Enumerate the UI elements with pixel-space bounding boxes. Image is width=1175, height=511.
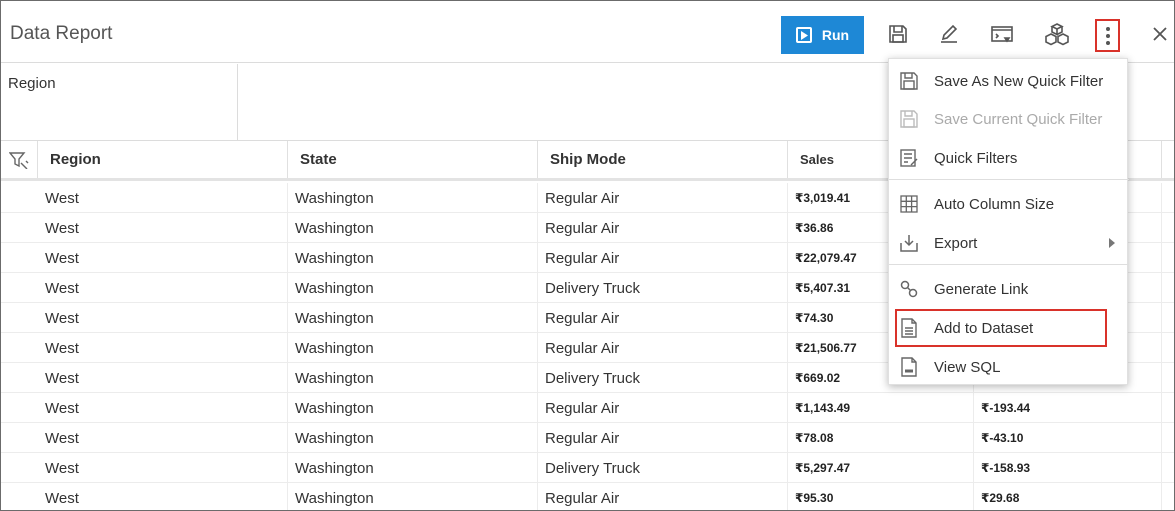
cell-ship-mode: Regular Air [538, 393, 788, 423]
menu-divider [889, 264, 1129, 265]
cell-state: Washington [288, 243, 538, 273]
run-button[interactable]: Run [781, 16, 864, 54]
filter-list-icon [899, 148, 919, 168]
cell-ship-mode: Delivery Truck [538, 273, 788, 303]
cell-sales: ₹1,143.49 [788, 393, 974, 423]
menu-item-add-to-dataset[interactable]: Add to Dataset [895, 309, 1107, 347]
menu-item-auto-column-size[interactable]: Auto Column Size [889, 185, 1129, 223]
cell-sales: ₹5,297.47 [788, 453, 974, 483]
cell-region: West [38, 453, 288, 483]
column-header-state[interactable]: State [288, 141, 538, 178]
cell-sales: ₹95.30 [788, 483, 974, 510]
cell-state: Washington [288, 333, 538, 363]
cell-ship-mode: Regular Air [538, 183, 788, 213]
menu-divider [889, 179, 1129, 180]
cell-profit: ₹29.68 [974, 483, 1162, 510]
cell-profit: ₹-158.93 [974, 453, 1162, 483]
menu-item-export[interactable]: Export [889, 224, 1129, 262]
cell-ship-mode: Regular Air [538, 303, 788, 333]
cell-state: Washington [288, 273, 538, 303]
cell-ship-mode: Regular Air [538, 483, 788, 510]
region-filter[interactable]: Region [1, 64, 238, 140]
menu-item-save-current-quick-filter: Save Current Quick Filter [889, 100, 1129, 138]
run-button-label: Run [821, 27, 850, 43]
more-dot-icon [1105, 40, 1110, 45]
cell-region: West [38, 393, 288, 423]
menu-item-save-as-new-quick-filter[interactable]: Save As New Quick Filter [889, 62, 1129, 100]
filter-label: Region [8, 75, 56, 92]
cell-ship-mode: Delivery Truck [538, 453, 788, 483]
table-row[interactable]: West Washington Regular Air ₹1,143.49 ₹-… [1, 393, 1174, 423]
cell-state: Washington [288, 213, 538, 243]
cell-region: West [38, 183, 288, 213]
save-icon[interactable] [885, 21, 911, 47]
grid-icon [899, 194, 919, 214]
menu-item-view-sql[interactable]: View SQL [889, 348, 1129, 386]
data-report-window: Data Report Run Region Region State Ship… [0, 0, 1175, 511]
cell-ship-mode: Regular Air [538, 243, 788, 273]
cell-sales: ₹78.08 [788, 423, 974, 453]
page-title: Data Report [10, 23, 113, 44]
table-row[interactable]: West Washington Regular Air ₹78.08 ₹-43.… [1, 423, 1174, 453]
cell-region: West [38, 363, 288, 393]
more-dot-icon [1105, 26, 1110, 31]
cell-state: Washington [288, 303, 538, 333]
cubes-icon[interactable] [1044, 21, 1070, 47]
save-icon [899, 71, 919, 91]
table-row[interactable]: West Washington Regular Air ₹95.30 ₹29.6… [1, 483, 1174, 510]
cell-ship-mode: Regular Air [538, 333, 788, 363]
column-header-region[interactable]: Region [38, 141, 288, 178]
column-filter-icon[interactable] [1, 141, 38, 178]
chevron-right-icon [1109, 238, 1115, 248]
menu-item-generate-link[interactable]: Generate Link [889, 270, 1129, 308]
cell-region: West [38, 483, 288, 510]
close-icon[interactable] [1149, 23, 1171, 45]
more-options-button[interactable] [1095, 19, 1120, 52]
cell-ship-mode: Regular Air [538, 213, 788, 243]
cell-state: Washington [288, 483, 538, 510]
cell-region: West [38, 273, 288, 303]
menu-item-quick-filters[interactable]: Quick Filters [889, 139, 1129, 177]
edit-icon[interactable] [936, 21, 962, 47]
cell-region: West [38, 333, 288, 363]
save-icon [899, 109, 919, 129]
cell-ship-mode: Regular Air [538, 423, 788, 453]
document-icon [899, 318, 919, 338]
cell-region: West [38, 303, 288, 333]
cell-state: Washington [288, 423, 538, 453]
column-header-ship-mode[interactable]: Ship Mode [538, 141, 788, 178]
report-header: Data Report Run [1, 1, 1174, 63]
cell-profit: ₹-43.10 [974, 423, 1162, 453]
cell-state: Washington [288, 453, 538, 483]
download-icon [899, 233, 919, 253]
play-icon [795, 27, 812, 43]
cell-state: Washington [288, 393, 538, 423]
link-icon [899, 279, 919, 299]
cell-region: West [38, 423, 288, 453]
cell-state: Washington [288, 183, 538, 213]
cell-region: West [38, 243, 288, 273]
sql-file-icon [899, 357, 919, 377]
more-dot-icon [1105, 33, 1110, 38]
console-icon[interactable] [989, 21, 1015, 47]
options-dropdown-menu: Save As New Quick Filter Save Current Qu… [888, 58, 1129, 386]
cell-state: Washington [288, 363, 538, 393]
cell-profit: ₹-193.44 [974, 393, 1162, 423]
cell-region: West [38, 213, 288, 243]
cell-ship-mode: Delivery Truck [538, 363, 788, 393]
table-row[interactable]: West Washington Delivery Truck ₹5,297.47… [1, 453, 1174, 483]
